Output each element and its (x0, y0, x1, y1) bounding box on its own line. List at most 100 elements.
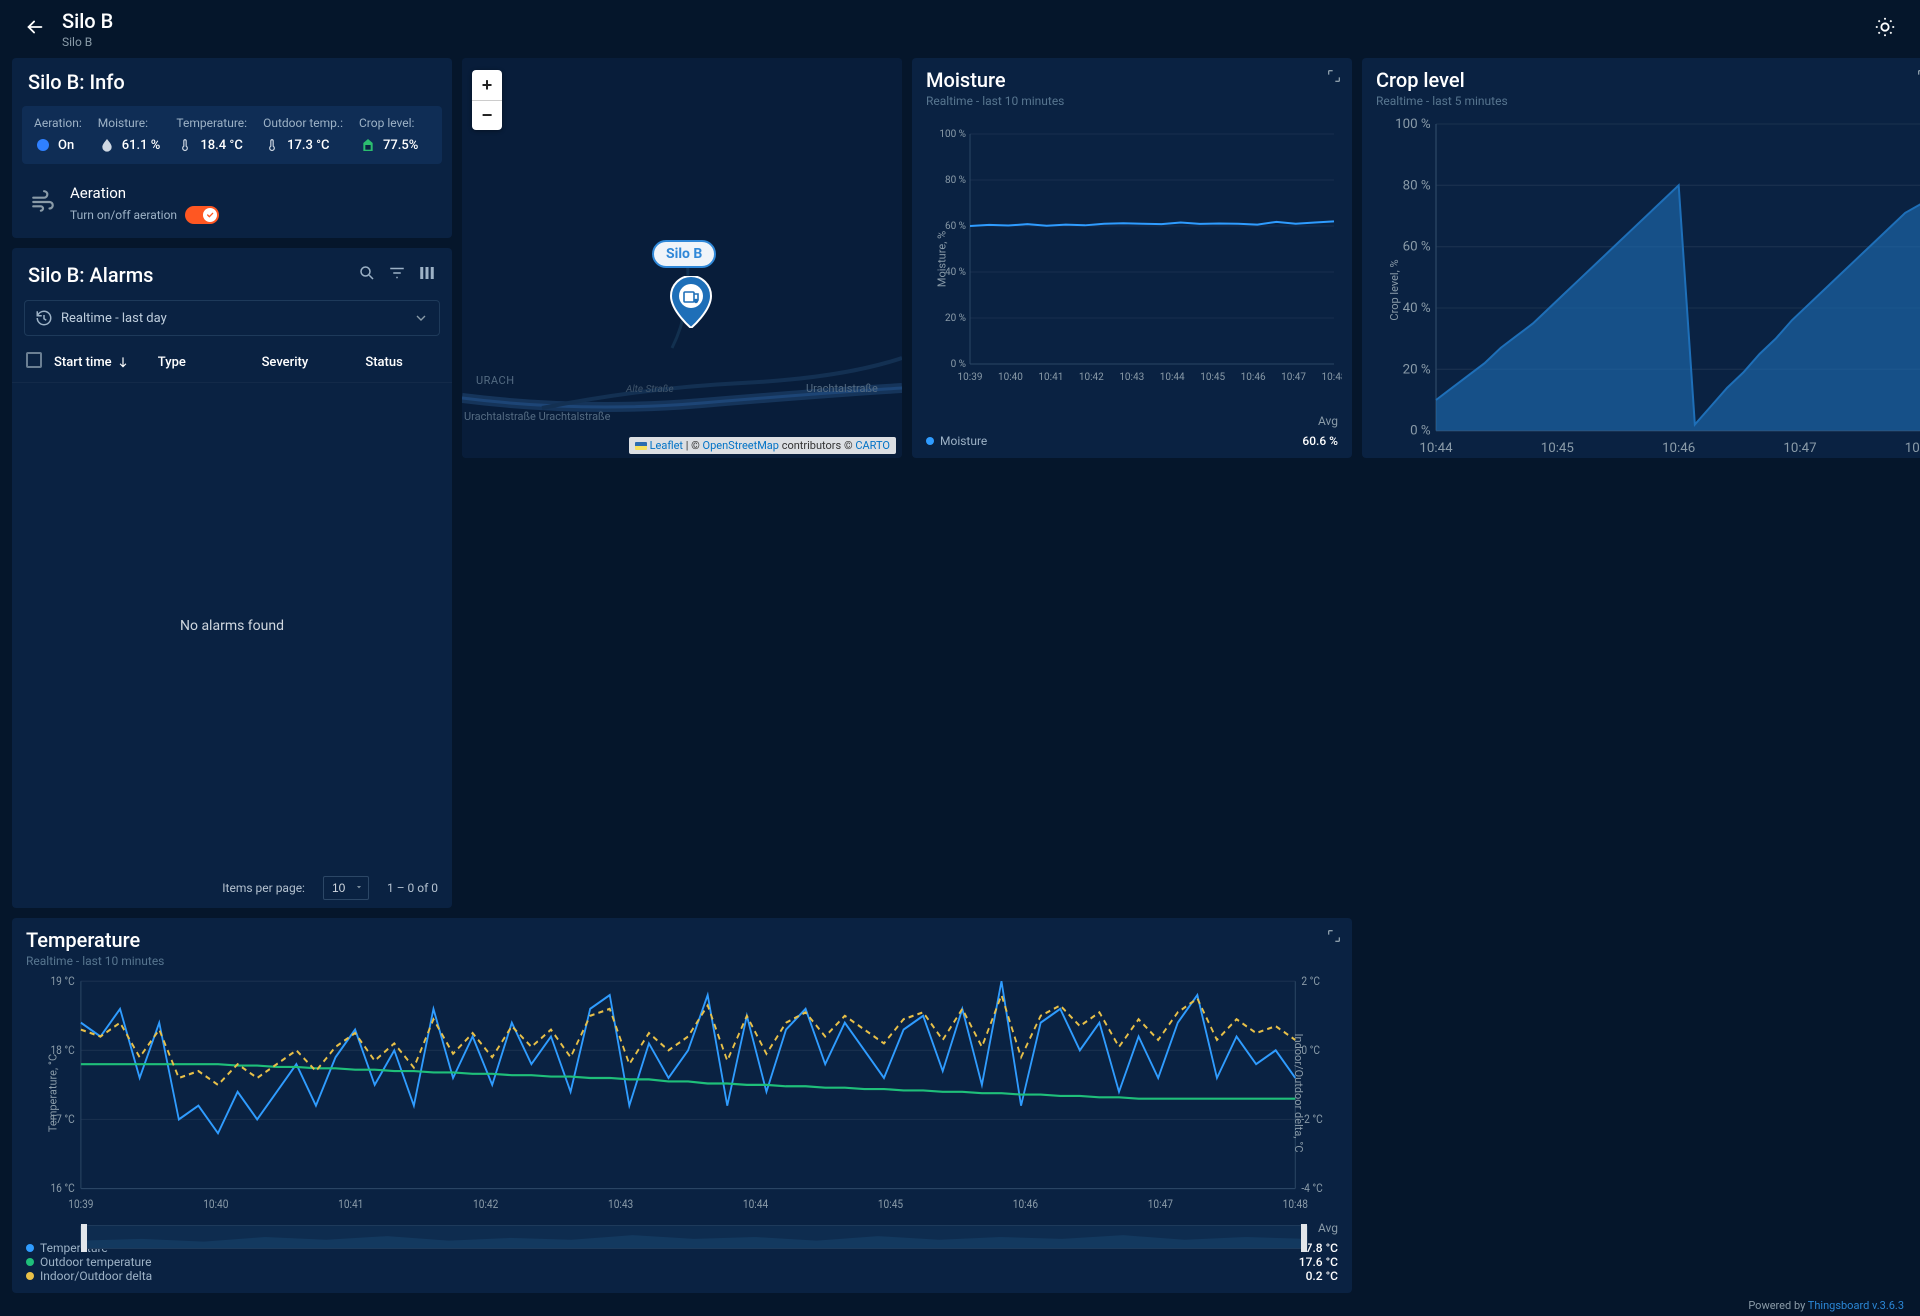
svg-text:10:40: 10:40 (203, 1197, 228, 1211)
expand-button[interactable] (1326, 928, 1342, 948)
info-stats: Aeration: On Moisture: 61.1 % Temperatur… (22, 106, 442, 164)
svg-text:10:43: 10:43 (1119, 372, 1144, 383)
range-handle-left[interactable] (81, 1224, 87, 1252)
timerange-selector[interactable]: Realtime - last day (24, 300, 440, 336)
silo-icon (359, 136, 377, 154)
columns-button[interactable] (414, 260, 440, 290)
leaflet-link[interactable]: Leaflet (650, 439, 683, 452)
svg-text:10:40: 10:40 (998, 372, 1023, 383)
svg-text:0 %: 0 % (951, 359, 966, 370)
osm-link[interactable]: OpenStreetMap (703, 439, 779, 452)
alarm-table-header: Start time Type Severity Status (12, 342, 452, 383)
map-text-urach: URACH (476, 374, 515, 387)
aeration-toggle[interactable] (185, 206, 219, 224)
search-button[interactable] (354, 260, 380, 290)
expand-button[interactable] (1916, 68, 1920, 88)
moisture-widget: Moisture Realtime - last 10 minutes Mois… (912, 58, 1352, 458)
y-axis-label: Crop level, % (1388, 260, 1401, 321)
zoom-control: + − (472, 70, 502, 130)
svg-text:10:43: 10:43 (608, 1197, 633, 1211)
svg-text:10:48: 10:48 (1283, 1197, 1308, 1211)
alarms-empty-label: No alarms found (12, 383, 452, 868)
stat-aeration: Aeration: On (34, 116, 82, 154)
svg-text:10:41: 10:41 (1038, 372, 1063, 383)
col-status[interactable]: Status (365, 355, 438, 370)
crop-level-widget: Crop level Realtime - last 5 minutes Cro… (1362, 58, 1920, 458)
expand-button[interactable] (1326, 68, 1342, 88)
back-button[interactable] (16, 8, 54, 50)
svg-text:10:47: 10:47 (1281, 372, 1306, 383)
legend-value: 60.6 % (1302, 434, 1338, 448)
svg-text:10:42: 10:42 (1079, 372, 1104, 383)
expand-icon (1326, 68, 1342, 84)
legend-dot (26, 1272, 34, 1280)
svg-text:60 %: 60 % (1403, 240, 1431, 255)
svg-text:10:45: 10:45 (1541, 441, 1574, 456)
thermometer-icon (263, 136, 281, 154)
svg-text:10:46: 10:46 (1013, 1197, 1038, 1211)
svg-text:10:47: 10:47 (1148, 1197, 1173, 1211)
widget-title: Crop level (1376, 68, 1508, 92)
svg-text:10:45: 10:45 (878, 1197, 903, 1211)
flag-icon (635, 442, 647, 450)
map-text-road3: Urachtalstraße Urachtalstraße (464, 410, 610, 423)
svg-text:10:42: 10:42 (473, 1197, 498, 1211)
avg-label: Avg (926, 414, 1338, 428)
svg-text:10:47: 10:47 (1783, 441, 1816, 456)
svg-text:10:44: 10:44 (1160, 372, 1185, 383)
range-handle-right[interactable] (1301, 1224, 1307, 1252)
expand-icon (1916, 68, 1920, 84)
map-text-alte: Alte Straße (626, 384, 674, 395)
thingsboard-link[interactable]: Thingsboard v.3.6.3 (1808, 1299, 1904, 1312)
col-severity[interactable]: Severity (262, 355, 366, 370)
carto-link[interactable]: CARTO (855, 439, 890, 452)
col-type[interactable]: Type (158, 355, 262, 370)
widget-title: Moisture (926, 68, 1064, 92)
time-range-slider[interactable] (80, 1225, 1308, 1249)
theme-toggle-button[interactable] (1866, 8, 1904, 50)
svg-text:100 %: 100 % (939, 129, 966, 140)
svg-text:2 °C: 2 °C (1301, 974, 1320, 988)
map-widget: URACH Urachtalstraße Urachtalstraße Urac… (462, 58, 902, 458)
search-icon (358, 264, 376, 282)
legend-dot (26, 1258, 34, 1266)
y-axis-label-right: Indoor/Outdoor delta, °C (1292, 1033, 1305, 1152)
legend-name: Outdoor temperature (40, 1255, 1299, 1269)
svg-text:10:45: 10:45 (1200, 372, 1225, 383)
svg-text:100 %: 100 % (1395, 117, 1431, 132)
map-marker-label[interactable]: Silo B (652, 240, 716, 268)
stat-temperature: Temperature: 18.4 °C (176, 116, 247, 154)
legend-name: Indoor/Outdoor delta (40, 1269, 1306, 1283)
temperature-chart: Temperature, °C Indoor/Outdoor delta, °C… (12, 970, 1352, 1215)
map-marker-pin[interactable] (670, 276, 712, 332)
map-text-road2: Urachtalstraße (806, 382, 878, 395)
aeration-control: Aeration Turn on/off aeration (12, 174, 452, 238)
legend-dot (926, 437, 934, 445)
map-attribution: Leaflet | © OpenStreetMap contributors ©… (629, 437, 896, 454)
svg-text:10:46: 10:46 (1241, 372, 1266, 383)
header: Silo B Silo B (0, 0, 1920, 58)
alarms-title: Silo B: Alarms (28, 263, 350, 287)
widget-title: Temperature (26, 928, 164, 952)
temperature-widget: Temperature Realtime - last 10 minutes T… (12, 918, 1352, 1293)
stat-crop-level: Crop level: 77.5% (359, 116, 418, 154)
filter-button[interactable] (384, 260, 410, 290)
svg-text:10:48: 10:48 (1322, 372, 1342, 383)
stat-outdoor: Outdoor temp.: 17.3 °C (263, 116, 343, 154)
right-column: Silo B: Info Aeration: On Moisture: 61.1… (12, 58, 452, 908)
zoom-in-button[interactable]: + (472, 70, 502, 100)
filter-icon (388, 264, 406, 282)
zoom-out-button[interactable]: − (472, 100, 502, 130)
map-canvas[interactable]: URACH Urachtalstraße Urachtalstraße Urac… (462, 58, 902, 458)
sun-icon (1874, 16, 1896, 38)
col-start-time[interactable]: Start time (54, 355, 158, 370)
legend-row: Outdoor temperature17.6 °C (26, 1255, 1338, 1269)
svg-text:10:44: 10:44 (743, 1197, 768, 1211)
crop-chart: Crop level, % 0 %20 %40 %60 %80 %100 %10… (1362, 110, 1920, 458)
widget-subtitle: Realtime - last 10 minutes (26, 954, 164, 968)
moisture-chart: Moisture, % 0 %20 %40 %60 %80 %100 %10:3… (912, 110, 1352, 408)
select-all-checkbox[interactable] (26, 352, 42, 368)
map-pin-icon (670, 276, 712, 328)
items-per-page-select[interactable]: 10 (323, 876, 369, 900)
droplet-icon (98, 136, 116, 154)
